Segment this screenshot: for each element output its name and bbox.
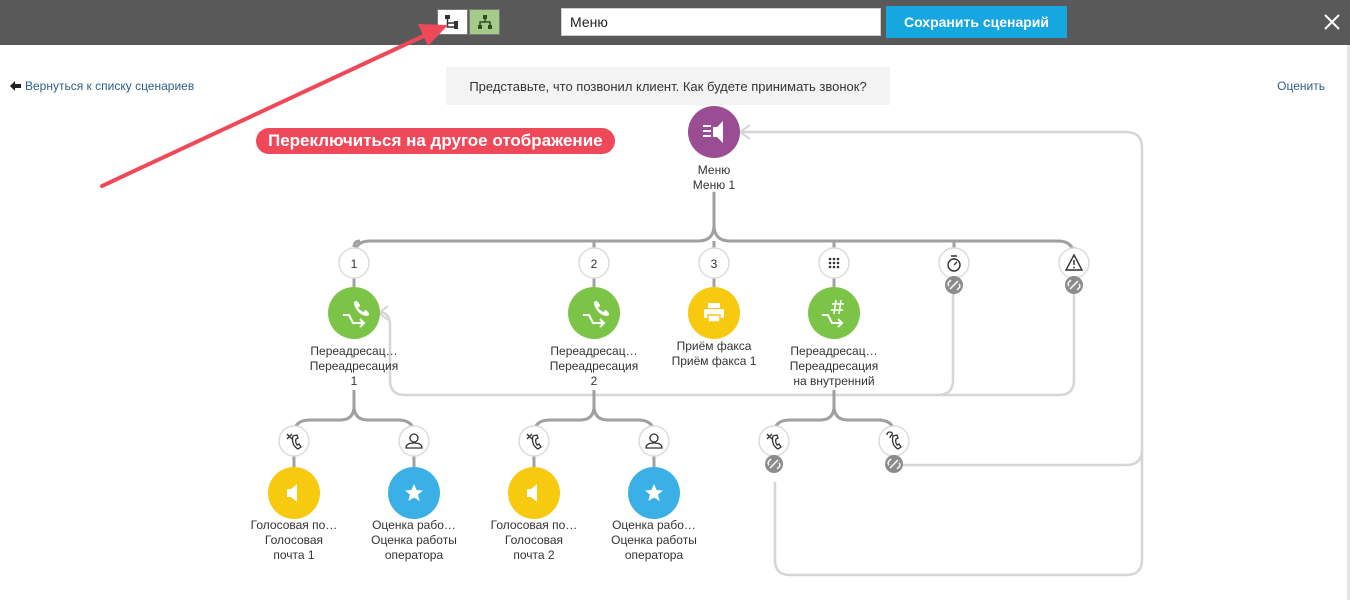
link-badge-no-answer[interactable] <box>765 455 783 473</box>
label-line: Приём факса <box>676 339 752 353</box>
keypad-icon <box>828 257 840 269</box>
rating-node-1[interactable] <box>388 467 440 519</box>
label-line: Голосовая по… <box>250 518 338 532</box>
label-line: Переадресация <box>789 359 879 373</box>
label-line: Оценка рабо… <box>372 518 456 532</box>
fax-node[interactable] <box>688 287 740 339</box>
no-answer-bubble-1[interactable] <box>278 425 310 457</box>
key-bubble-error[interactable] <box>1058 247 1090 279</box>
label-line: Приём факса 1 <box>671 354 757 368</box>
link-badge-unknown[interactable] <box>885 455 903 473</box>
voicemail-node-1[interactable] <box>268 467 320 519</box>
voicemail-2-label: Голосовая по… Голосовая почта 2 <box>474 518 594 563</box>
label-line: почта 1 <box>273 548 315 562</box>
key-label-1: 1 <box>351 257 358 271</box>
voicemail-node-2[interactable] <box>508 467 560 519</box>
label-line: Переадресац… <box>310 344 398 358</box>
key-label-2: 2 <box>591 257 598 271</box>
label-line: Оценка работы <box>371 533 457 547</box>
label-line: 2 <box>590 374 598 388</box>
link-badge-timeout[interactable] <box>945 276 963 294</box>
label-line: почта 2 <box>513 548 555 562</box>
menu-node-label: Меню Меню 1 <box>654 163 774 193</box>
redirect-internal-node[interactable] <box>808 287 860 339</box>
label-line: Оценка рабо… <box>612 518 696 532</box>
menu-node[interactable] <box>688 106 740 158</box>
redirect-node-2[interactable] <box>568 287 620 339</box>
label-line: Оценка работы <box>611 533 697 547</box>
no-answer-bubble-2[interactable] <box>518 425 550 457</box>
label-line: на внутренний <box>793 374 875 388</box>
label-line: Переадресац… <box>790 344 878 358</box>
redirect-1-label: Переадресац… Переадресация 1 <box>294 344 414 389</box>
rating-2-label: Оценка рабо… Оценка работы оператора <box>594 518 714 563</box>
rating-1-label: Оценка рабо… Оценка работы оператора <box>354 518 474 563</box>
redirect-internal-label: Переадресац… Переадресация на внутренний <box>774 344 894 389</box>
label-line: Меню <box>697 163 731 177</box>
key-label-3: 3 <box>711 257 718 271</box>
key-bubble-other[interactable] <box>818 247 850 279</box>
label-line: Переадресац… <box>550 344 638 358</box>
label-line: Переадресация <box>549 359 639 373</box>
link-badge-error[interactable] <box>1065 276 1083 294</box>
rating-node-2[interactable] <box>628 467 680 519</box>
label-line: Меню 1 <box>692 178 736 192</box>
annotation-arrow <box>100 24 448 188</box>
label-line: Голосовая по… <box>490 518 578 532</box>
voicemail-1-label: Голосовая по… Голосовая почта 1 <box>234 518 354 563</box>
redirect-2-label: Переадресац… Переадресация 2 <box>534 344 654 389</box>
label-line: Переадресация <box>309 359 399 373</box>
operator-bubble-2[interactable] <box>638 425 670 457</box>
label-line: оператора <box>384 548 444 562</box>
key-bubble-timeout[interactable] <box>938 247 970 279</box>
label-line: оператора <box>624 548 684 562</box>
label-line: 1 <box>350 374 358 388</box>
switch-view-callout: Переключиться на другое отображение <box>256 128 615 154</box>
redirect-node-1[interactable] <box>328 287 380 339</box>
operator-bubble-1[interactable] <box>398 425 430 457</box>
unknown-call-bubble[interactable] <box>878 425 910 457</box>
no-answer-bubble-3[interactable] <box>758 425 790 457</box>
fax-label: Приём факса Приём факса 1 <box>654 339 774 369</box>
label-line: Голосовая <box>264 533 324 547</box>
label-line: Голосовая <box>504 533 564 547</box>
scenario-diagram: 1 2 3 <box>100 24 1144 577</box>
